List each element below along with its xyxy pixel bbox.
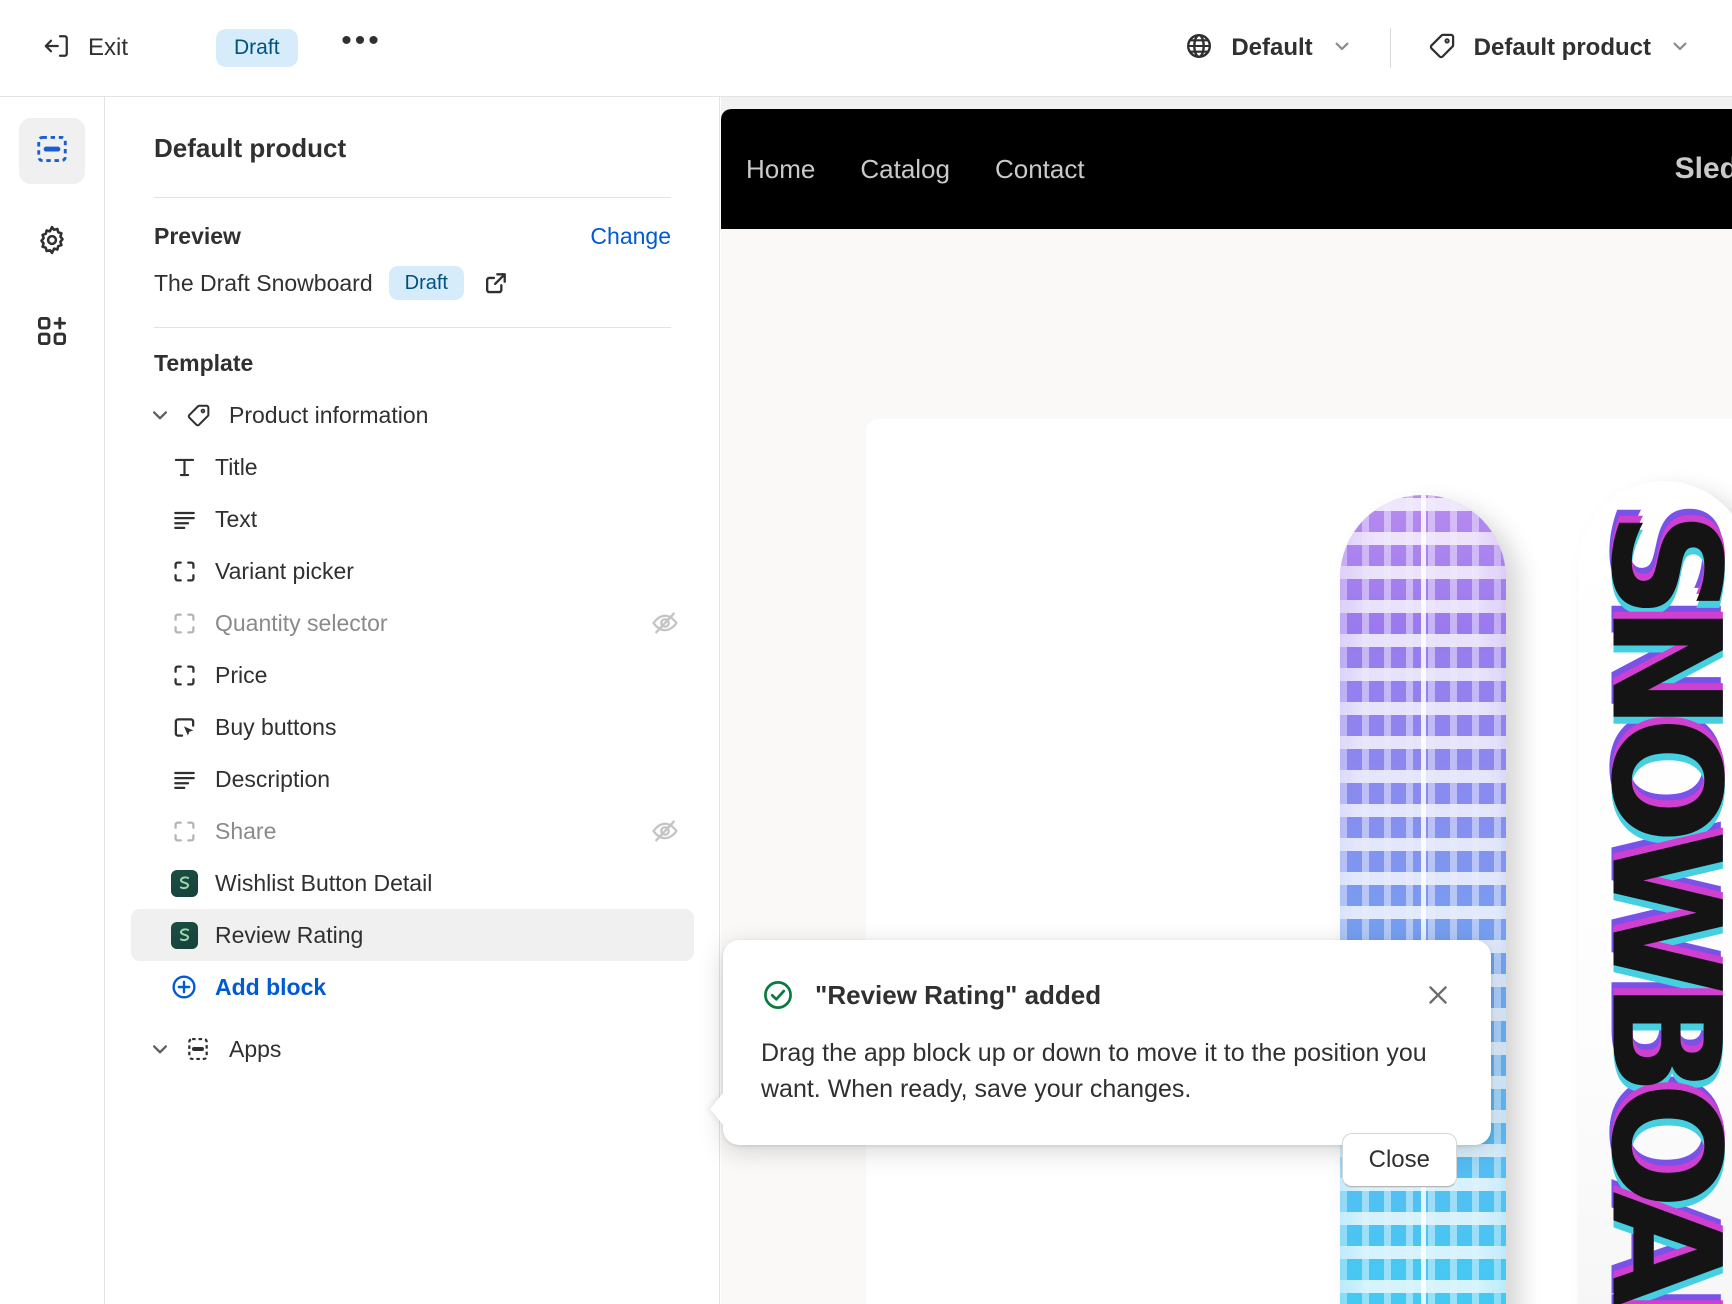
tree-group-apps[interactable]: Apps	[131, 1023, 694, 1075]
text-title-icon	[169, 452, 199, 482]
gear-icon	[35, 223, 69, 262]
exit-button[interactable]: Exit	[30, 23, 140, 74]
top-bar-right: Default Default product	[1170, 0, 1732, 96]
popover-body-text: Drag the app block up or down to move it…	[723, 1014, 1491, 1107]
icon-rail	[0, 97, 105, 1304]
tree-group-label: Apps	[229, 1036, 281, 1063]
block-corners-icon	[169, 660, 199, 690]
template-tree: Template Product information	[106, 328, 719, 1075]
top-bar-left: Exit Draft •••	[0, 23, 384, 74]
text-lines-icon	[169, 764, 199, 794]
close-icon[interactable]	[1419, 976, 1457, 1014]
block-label: Text	[215, 506, 257, 533]
popover-header: "Review Rating" added	[723, 940, 1491, 1014]
nav-link-home[interactable]: Home	[746, 154, 815, 185]
left-panel: Default product Preview Change The Draft…	[106, 97, 720, 1304]
eye-slash-icon[interactable]	[650, 816, 680, 846]
more-options-button[interactable]: •••	[340, 26, 384, 70]
block-row-quantity-selector[interactable]: Quantity selector	[131, 597, 694, 649]
sections-icon	[35, 132, 69, 171]
block-row-wishlist-button-detail[interactable]: Wishlist Button Detail	[131, 857, 694, 909]
block-row-text[interactable]: Text	[131, 493, 694, 545]
block-row-title[interactable]: Title	[131, 441, 694, 493]
chevron-down-icon[interactable]	[145, 1034, 175, 1064]
app-embeds-icon	[35, 314, 69, 353]
block-row-price[interactable]: Price	[131, 649, 694, 701]
block-label: Price	[215, 662, 267, 689]
snowboard-graphic-text: SNOWBOARD	[1606, 511, 1723, 1304]
locale-label: Default	[1231, 34, 1312, 62]
block-label: Variant picker	[215, 558, 354, 585]
tree-heading: Template	[106, 350, 719, 377]
top-bar-divider	[1390, 28, 1391, 68]
block-corners-icon	[169, 608, 199, 638]
change-preview-link[interactable]: Change	[590, 223, 671, 250]
block-label: Title	[215, 454, 258, 481]
app-block-icon	[169, 868, 199, 898]
popover-title: "Review Rating" added	[815, 980, 1101, 1011]
popover-actions: Close	[723, 1107, 1491, 1187]
rail-item-app-embeds[interactable]	[19, 300, 85, 366]
block-corners-icon	[169, 816, 199, 846]
block-row-review-rating[interactable]: Review Rating	[131, 909, 694, 961]
page-title: Default product	[106, 97, 719, 164]
block-label: Quantity selector	[215, 610, 388, 637]
tree-group-label: Product information	[229, 402, 428, 429]
preview-header-row: Preview Change	[154, 223, 671, 250]
exit-label: Exit	[88, 34, 128, 62]
plus-circle-icon	[169, 972, 199, 1002]
block-corners-icon	[169, 556, 199, 586]
storefront-nav-links: Home Catalog Contact	[746, 154, 1085, 185]
top-bar: Exit Draft ••• Default	[0, 0, 1732, 97]
ellipsis-icon: •••	[341, 24, 382, 58]
template-selector[interactable]: Default product	[1413, 22, 1706, 75]
locale-selector[interactable]: Default	[1170, 22, 1367, 75]
block-row-description[interactable]: Description	[131, 753, 694, 805]
rail-item-settings[interactable]	[19, 209, 85, 275]
app-block-icon	[169, 920, 199, 950]
add-block-label: Add block	[215, 974, 326, 1001]
cursor-button-icon	[169, 712, 199, 742]
status-badge: Draft	[216, 29, 298, 66]
external-link-icon[interactable]	[480, 267, 512, 299]
template-label: Default product	[1474, 34, 1651, 62]
check-circle-icon	[761, 978, 795, 1012]
chevron-down-icon[interactable]	[145, 400, 175, 430]
tag-icon	[1427, 31, 1457, 66]
preview-label: Preview	[154, 223, 241, 250]
sections-icon	[183, 1034, 213, 1064]
nav-link-catalog[interactable]: Catalog	[860, 154, 950, 185]
eye-slash-icon[interactable]	[650, 608, 680, 638]
rail-item-sections[interactable]	[19, 118, 85, 184]
block-label: Review Rating	[215, 922, 363, 949]
popover-arrow	[710, 1092, 724, 1126]
snowboard-image-white[interactable]: SNOWBOARD	[1578, 481, 1732, 1304]
close-button[interactable]: Close	[1342, 1133, 1457, 1187]
exit-icon	[42, 31, 72, 66]
block-row-buy-buttons[interactable]: Buy buttons	[131, 701, 694, 753]
nav-link-contact[interactable]: Contact	[995, 154, 1085, 185]
preview-product-name: The Draft Snowboard	[154, 270, 373, 297]
added-block-popover: "Review Rating" added Drag the app block…	[723, 940, 1491, 1145]
tag-icon	[183, 400, 213, 430]
preview-section: Preview Change The Draft Snowboard Draft	[106, 198, 719, 328]
tree-group-product-information[interactable]: Product information	[131, 389, 694, 441]
block-row-share[interactable]: Share	[131, 805, 694, 857]
globe-icon	[1184, 31, 1214, 66]
block-row-variant-picker[interactable]: Variant picker	[131, 545, 694, 597]
chevron-down-icon	[1668, 34, 1692, 63]
add-block-button[interactable]: Add block	[131, 961, 694, 1013]
preview-product-row: The Draft Snowboard Draft	[154, 266, 671, 300]
block-label: Wishlist Button Detail	[215, 870, 432, 897]
block-label: Share	[215, 818, 276, 845]
storefront-nav: Home Catalog Contact Sled	[721, 109, 1732, 229]
storefront-name[interactable]: Sled	[1675, 152, 1732, 186]
chevron-down-icon	[1330, 34, 1354, 63]
block-label: Buy buttons	[215, 714, 336, 741]
text-lines-icon	[169, 504, 199, 534]
preview-status-badge: Draft	[389, 266, 464, 300]
block-label: Description	[215, 766, 330, 793]
